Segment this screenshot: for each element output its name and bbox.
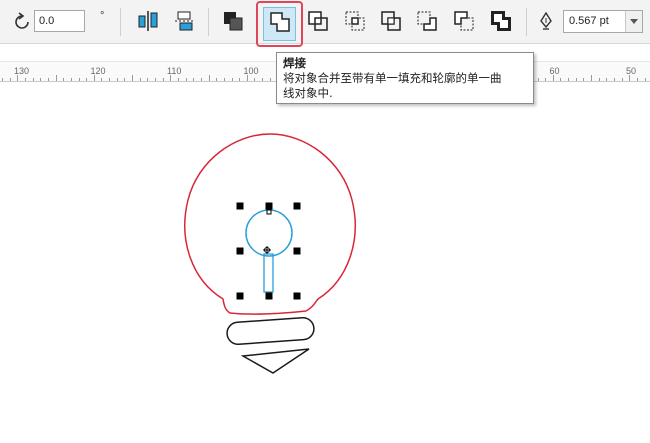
bulb-outline-shape bbox=[184, 133, 356, 315]
intersect-icon bbox=[343, 9, 367, 33]
order-icon bbox=[221, 9, 245, 33]
ruler-tick bbox=[139, 78, 141, 81]
ruler-tick bbox=[40, 78, 42, 81]
ruler-label: 60 bbox=[549, 66, 560, 76]
ruler-tick bbox=[223, 78, 225, 81]
create-boundary-button[interactable] bbox=[487, 6, 515, 36]
front-minus-back-button[interactable] bbox=[413, 6, 441, 36]
ruler-tick bbox=[32, 78, 34, 81]
ruler-tick bbox=[193, 78, 195, 81]
ruler-tick bbox=[575, 78, 577, 81]
ruler-tick bbox=[177, 78, 179, 81]
separator bbox=[208, 8, 209, 36]
intersect-button[interactable] bbox=[341, 6, 369, 36]
ruler-tick bbox=[621, 78, 623, 81]
ruler-tick bbox=[185, 78, 187, 81]
center-mark bbox=[263, 246, 271, 254]
tooltip-title: 焊接 bbox=[283, 56, 306, 70]
outline-width-select[interactable]: 0.567 pt bbox=[563, 10, 643, 33]
tooltip-description-line2: 线对象中. bbox=[283, 86, 333, 100]
ruler-tick bbox=[47, 78, 49, 81]
ruler-tick bbox=[231, 78, 233, 81]
ruler-label: 100 bbox=[243, 66, 259, 76]
ruler-tick bbox=[568, 78, 570, 81]
ruler-tick bbox=[208, 75, 210, 81]
back-minus-front-icon bbox=[452, 9, 476, 33]
ruler-tick bbox=[101, 78, 103, 81]
ruler-label: 110 bbox=[167, 66, 182, 76]
ruler-tick bbox=[2, 78, 3, 81]
ruler-tick bbox=[560, 78, 562, 81]
align-distribute-icon bbox=[136, 9, 160, 33]
chevron-down-icon[interactable] bbox=[625, 11, 642, 32]
separator bbox=[526, 8, 527, 36]
ruler-tick bbox=[78, 78, 80, 81]
ruler-tick bbox=[63, 78, 65, 81]
ruler-label: 130 bbox=[14, 66, 30, 76]
trim-icon bbox=[306, 9, 330, 33]
ruler-tick bbox=[132, 75, 134, 81]
ruler-tick bbox=[9, 78, 11, 81]
outline-pen-icon bbox=[538, 11, 554, 32]
degree-unit: ° bbox=[100, 10, 105, 22]
ruler-tick bbox=[147, 78, 149, 81]
ruler-label: 120 bbox=[90, 66, 106, 76]
drawing-canvas[interactable] bbox=[0, 82, 650, 443]
ruler-tick bbox=[86, 78, 88, 81]
ruler-tick bbox=[216, 78, 218, 81]
bulb-tip-shape bbox=[240, 348, 310, 374]
ruler-tick bbox=[24, 78, 26, 81]
ruler-tick bbox=[239, 78, 241, 81]
ruler-tick bbox=[162, 78, 164, 81]
rotate-icon bbox=[12, 12, 32, 32]
weld-icon bbox=[268, 10, 292, 39]
ruler-tick bbox=[636, 78, 638, 81]
ruler-label: 50 bbox=[626, 66, 637, 76]
property-bar: 0.0 ° 0.567 pt bbox=[0, 0, 650, 47]
trim-button[interactable] bbox=[304, 6, 332, 36]
simplify-button[interactable] bbox=[377, 6, 405, 36]
separator bbox=[120, 8, 121, 36]
dimension-icon bbox=[173, 9, 197, 33]
simplify-icon bbox=[379, 9, 403, 33]
ruler-tick bbox=[262, 78, 264, 81]
ruler-tick bbox=[269, 78, 271, 81]
front-minus-back-icon bbox=[415, 9, 439, 33]
weld-button-highlight bbox=[263, 7, 296, 41]
ruler-tick bbox=[200, 78, 202, 81]
ruler-tick bbox=[614, 78, 615, 81]
back-minus-front-button[interactable] bbox=[450, 6, 478, 36]
ruler-tick bbox=[254, 78, 256, 81]
filament-stem-shape bbox=[263, 253, 274, 293]
create-boundary-icon bbox=[489, 9, 513, 33]
ruler-tick bbox=[545, 78, 547, 81]
selection-handles bbox=[236, 202, 301, 300]
rotation-angle-input[interactable]: 0.0 bbox=[34, 10, 85, 32]
ruler-tick bbox=[109, 78, 111, 81]
ruler-tick bbox=[606, 78, 608, 81]
align-distribute-button[interactable] bbox=[134, 6, 162, 36]
ruler-tick bbox=[644, 78, 646, 81]
tooltip-description-line1: 将对象合并至带有单一填充和轮廓的单一曲 bbox=[283, 71, 502, 85]
ruler-tick bbox=[583, 78, 585, 81]
weld-button[interactable] bbox=[256, 1, 303, 47]
order-button[interactable] bbox=[219, 6, 247, 36]
outline-width-value: 0.567 pt bbox=[569, 15, 609, 27]
ruler-tick bbox=[537, 78, 539, 81]
ruler-tick bbox=[116, 78, 118, 81]
ruler-tick bbox=[155, 78, 156, 81]
ruler-tick bbox=[598, 78, 600, 81]
bulb-base-shape bbox=[226, 316, 315, 345]
dimension-button[interactable] bbox=[171, 6, 199, 36]
ruler-tick bbox=[55, 75, 57, 81]
ruler-tick bbox=[591, 75, 593, 81]
ruler-tick bbox=[124, 78, 126, 81]
top-node-marker bbox=[266, 209, 272, 215]
ruler-tick bbox=[70, 78, 72, 81]
weld-tooltip: 焊接 将对象合并至带有单一填充和轮廓的单一曲 线对象中. bbox=[276, 52, 534, 104]
